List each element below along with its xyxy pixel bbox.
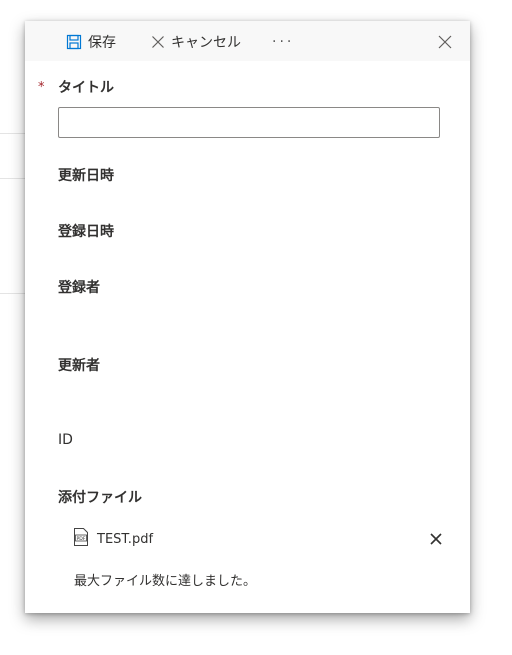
attachment-item[interactable]: PDF TEST.pdf — [73, 528, 445, 550]
background-divider — [0, 133, 26, 134]
modified-label: 更新日時 — [58, 168, 114, 184]
id-label: ID — [58, 432, 73, 448]
author-label: 登録者 — [58, 280, 100, 296]
close-panel-button[interactable] — [438, 32, 452, 52]
background-divider — [0, 293, 26, 294]
command-bar: 保存 キャンセル ··· — [25, 21, 470, 61]
created-label: 登録日時 — [58, 224, 114, 240]
background-divider — [0, 178, 26, 179]
remove-attachment-button[interactable] — [427, 530, 445, 548]
more-icon: ··· — [272, 34, 295, 50]
max-files-message: 最大ファイル数に達しました。 — [74, 574, 257, 589]
title-label: タイトル — [58, 80, 114, 96]
cancel-label: キャンセル — [171, 35, 241, 51]
close-icon — [438, 35, 452, 49]
pdf-icon-text: PDF — [77, 536, 86, 542]
cancel-button[interactable]: キャンセル — [151, 32, 241, 52]
attachment-file-name[interactable]: TEST.pdf — [97, 532, 153, 547]
save-button[interactable]: 保存 — [66, 32, 116, 52]
edit-form-panel: 保存 キャンセル ··· * タイトル 更新日時 登録日時 登録者 更新者 ID… — [25, 21, 470, 613]
save-icon — [66, 34, 82, 50]
editor-label: 更新者 — [58, 358, 100, 374]
attachments-label: 添付ファイル — [58, 490, 142, 506]
title-input[interactable] — [58, 107, 440, 138]
more-options-button[interactable]: ··· — [272, 32, 294, 52]
close-icon — [151, 35, 165, 49]
pdf-file-icon: PDF — [73, 528, 89, 550]
required-marker: * — [38, 80, 45, 95]
save-label: 保存 — [88, 35, 116, 51]
